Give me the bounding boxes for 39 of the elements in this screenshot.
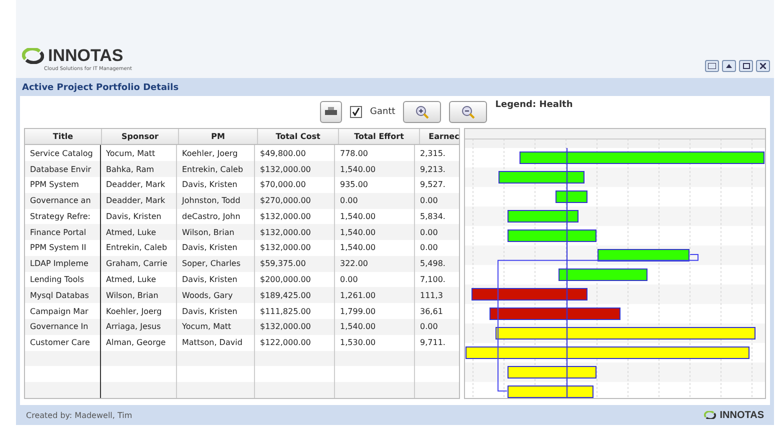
menu-button[interactable] xyxy=(705,60,719,72)
gantt-bar[interactable] xyxy=(466,346,750,359)
collapse-button[interactable] xyxy=(722,60,736,72)
gantt-checkbox[interactable] xyxy=(350,106,362,118)
column-header[interactable]: Total Cost xyxy=(258,129,339,144)
printer-icon xyxy=(325,107,337,117)
menu-icon xyxy=(708,63,716,69)
gantt-bar[interactable] xyxy=(498,171,584,184)
column-header[interactable]: Total Effort xyxy=(339,129,420,144)
close-icon xyxy=(760,63,766,69)
logo-icon xyxy=(22,48,44,64)
gantt-bar[interactable] xyxy=(508,210,578,222)
gantt-bar[interactable] xyxy=(558,268,648,281)
maximize-icon xyxy=(742,63,750,69)
gantt-bar[interactable] xyxy=(556,190,588,203)
zoom-in-button[interactable] xyxy=(403,101,442,123)
panel-title: Active Project Portfolio Details xyxy=(21,82,180,95)
logo-icon xyxy=(704,410,716,420)
print-button[interactable] xyxy=(320,101,342,123)
zoom-out-button[interactable] xyxy=(449,101,488,123)
triangle-up-icon xyxy=(726,64,732,68)
gantt-label: Gantt xyxy=(370,107,396,117)
footer-logo-text: INNOTAS xyxy=(720,410,764,420)
zoom-in-icon xyxy=(415,105,430,119)
zoom-out-icon xyxy=(461,105,476,119)
gantt-bar[interactable] xyxy=(598,249,690,262)
maximize-button[interactable] xyxy=(739,60,753,72)
column-header[interactable]: Title xyxy=(25,129,102,144)
gantt-bar[interactable] xyxy=(496,327,756,340)
gantt-bar[interactable] xyxy=(508,366,596,378)
gantt-bar[interactable] xyxy=(520,152,764,164)
close-button[interactable] xyxy=(756,60,770,72)
gantt-bar[interactable] xyxy=(508,386,594,398)
logo-text: INNOTAS xyxy=(48,46,124,66)
column-header[interactable]: Sponsor xyxy=(102,129,179,144)
legend-label: Legend: Health xyxy=(495,100,573,110)
created-by: Created by: Madewell, Tim xyxy=(26,410,132,420)
column-header[interactable]: PM xyxy=(179,129,258,144)
gantt-bar[interactable] xyxy=(508,230,596,242)
